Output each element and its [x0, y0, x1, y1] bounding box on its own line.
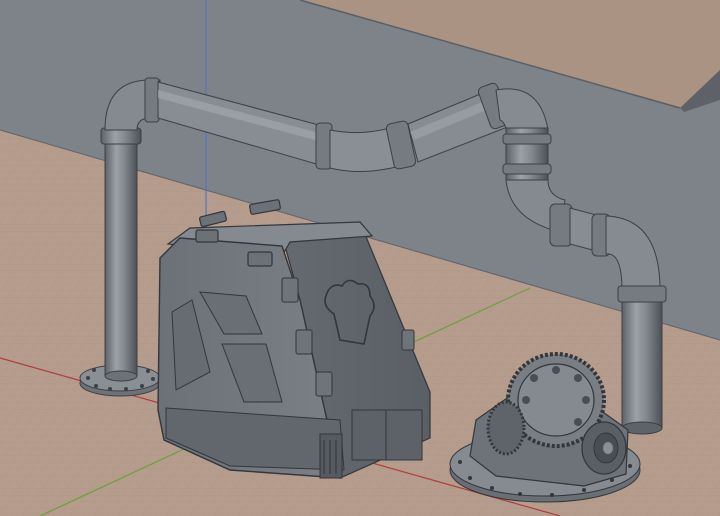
viewport-scene[interactable] — [0, 0, 720, 516]
3d-viewport[interactable] — [0, 0, 720, 516]
